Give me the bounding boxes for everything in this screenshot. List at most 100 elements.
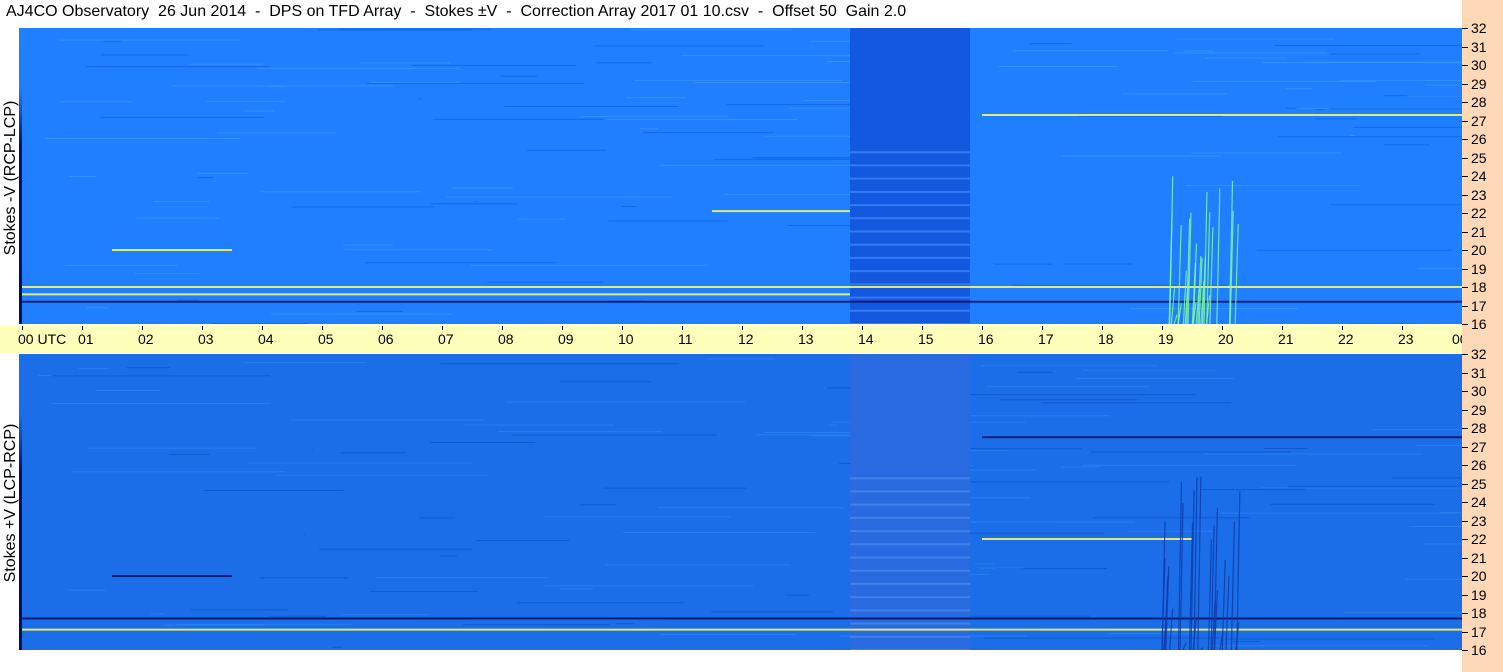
freq-tick-label: 31 bbox=[1471, 364, 1487, 381]
time-tick bbox=[202, 326, 203, 330]
time-tick bbox=[442, 326, 443, 330]
freq-tick-label: 22 bbox=[1471, 205, 1487, 221]
freq-tick-label: 30 bbox=[1471, 383, 1487, 399]
bottom-spectrogram bbox=[22, 354, 1462, 650]
freq-tick-label: 29 bbox=[1471, 75, 1487, 92]
freq-tick-label: 17 bbox=[1471, 297, 1487, 314]
freq-tick bbox=[1462, 576, 1468, 577]
bottom-panel-ylabel: Stokes +V (LCP-RCP) bbox=[2, 423, 19, 583]
freq-tick bbox=[1462, 631, 1468, 633]
freq-tick-label: 32 bbox=[1471, 20, 1487, 36]
burst-streak bbox=[1182, 642, 1187, 650]
freq-tick bbox=[1462, 650, 1468, 651]
top-spectrogram bbox=[22, 28, 1462, 324]
freq-tick-label: 23 bbox=[1471, 512, 1487, 529]
freq-tick bbox=[1462, 120, 1468, 122]
receiver-gap-band bbox=[850, 28, 970, 324]
freq-tick bbox=[1462, 268, 1468, 270]
time-tick bbox=[742, 326, 743, 330]
freq-tick bbox=[1462, 465, 1468, 466]
freq-tick bbox=[1462, 483, 1468, 485]
time-tick bbox=[1402, 326, 1403, 330]
freq-tick bbox=[1462, 287, 1468, 288]
time-tick-label: 03 bbox=[198, 331, 214, 347]
time-tick bbox=[22, 326, 23, 330]
time-tick-label: 11 bbox=[678, 331, 693, 347]
time-tick-label: 10 bbox=[618, 331, 634, 347]
freq-tick bbox=[1462, 557, 1468, 559]
burst-streak bbox=[1170, 288, 1176, 324]
time-tick-label: 12 bbox=[738, 331, 754, 347]
burst-streak bbox=[1230, 521, 1235, 650]
burst-streak bbox=[1221, 559, 1226, 650]
freq-tick-label: 25 bbox=[1471, 475, 1487, 492]
freq-tick-label: 32 bbox=[1471, 346, 1487, 362]
time-tick bbox=[802, 326, 803, 330]
bottom-spectrogram-svg bbox=[22, 354, 1462, 650]
freq-tick bbox=[1462, 354, 1468, 355]
time-tick-label: 09 bbox=[558, 331, 574, 347]
freq-tick-label: 19 bbox=[1471, 586, 1487, 603]
time-tick-label: 07 bbox=[438, 331, 454, 347]
time-tick bbox=[562, 326, 563, 330]
freq-tick-label: 26 bbox=[1471, 131, 1487, 147]
time-tick-label: 04 bbox=[258, 331, 274, 347]
freq-tick-label: 26 bbox=[1471, 457, 1487, 473]
freq-tick-label: 27 bbox=[1471, 438, 1487, 455]
time-tick-label: 20 bbox=[1218, 331, 1234, 347]
freq-tick bbox=[1462, 213, 1468, 214]
burst-streak bbox=[1234, 224, 1239, 324]
time-tick-label: 21 bbox=[1278, 331, 1294, 347]
time-tick bbox=[322, 326, 323, 330]
freq-tick-label: 18 bbox=[1471, 279, 1487, 295]
freq-tick-label: 28 bbox=[1471, 420, 1487, 436]
freq-tick-label: 24 bbox=[1471, 168, 1487, 184]
time-tick bbox=[262, 326, 263, 330]
time-tick-label: 01 bbox=[78, 331, 94, 347]
time-tick bbox=[1102, 326, 1103, 330]
freq-tick bbox=[1462, 250, 1468, 251]
time-tick-label: 05 bbox=[318, 331, 334, 347]
time-tick-label: 13 bbox=[798, 331, 814, 347]
time-tick bbox=[382, 326, 383, 330]
freq-tick bbox=[1462, 231, 1468, 233]
freq-tick-label: 21 bbox=[1471, 549, 1487, 566]
time-tick-label: 15 bbox=[918, 331, 934, 347]
freq-tick bbox=[1462, 428, 1468, 429]
time-tick bbox=[622, 326, 623, 330]
freq-tick bbox=[1462, 102, 1468, 103]
time-tick bbox=[1342, 326, 1343, 330]
freq-tick bbox=[1462, 391, 1468, 392]
freq-tick bbox=[1462, 539, 1468, 540]
freq-tick-label: 27 bbox=[1471, 112, 1487, 129]
freq-tick-label: 18 bbox=[1471, 605, 1487, 621]
time-tick bbox=[1222, 326, 1223, 330]
burst-streak bbox=[1197, 476, 1202, 650]
freq-tick-label: 23 bbox=[1471, 186, 1487, 203]
freq-tick-label: 24 bbox=[1471, 494, 1487, 510]
time-tick-label: 08 bbox=[498, 331, 514, 347]
freq-tick-label: 22 bbox=[1471, 531, 1487, 547]
time-tick bbox=[1162, 326, 1163, 330]
time-tick-label: 16 bbox=[978, 331, 994, 347]
time-tick-label: 00 UTC bbox=[18, 331, 67, 347]
freq-tick-label: 21 bbox=[1471, 223, 1487, 240]
receiver-gap-band bbox=[850, 354, 970, 650]
freq-tick bbox=[1462, 194, 1468, 196]
freq-tick-label: 25 bbox=[1471, 149, 1487, 166]
freq-tick bbox=[1462, 372, 1468, 374]
time-tick bbox=[982, 326, 983, 330]
time-tick bbox=[862, 326, 863, 330]
time-tick bbox=[502, 326, 503, 330]
freq-tick-label: 30 bbox=[1471, 57, 1487, 73]
freq-tick bbox=[1462, 83, 1468, 85]
freq-tick bbox=[1462, 65, 1468, 66]
time-tick-label: 22 bbox=[1338, 331, 1354, 347]
freq-tick bbox=[1462, 157, 1468, 159]
freq-tick-label: 16 bbox=[1471, 316, 1487, 332]
freq-tick bbox=[1462, 409, 1468, 411]
burst-streak bbox=[1173, 314, 1178, 324]
time-tick-label: 06 bbox=[378, 331, 394, 347]
top-panel-ylabel: Stokes -V (RCP-LCP) bbox=[2, 100, 19, 256]
freq-tick-label: 16 bbox=[1471, 642, 1487, 658]
